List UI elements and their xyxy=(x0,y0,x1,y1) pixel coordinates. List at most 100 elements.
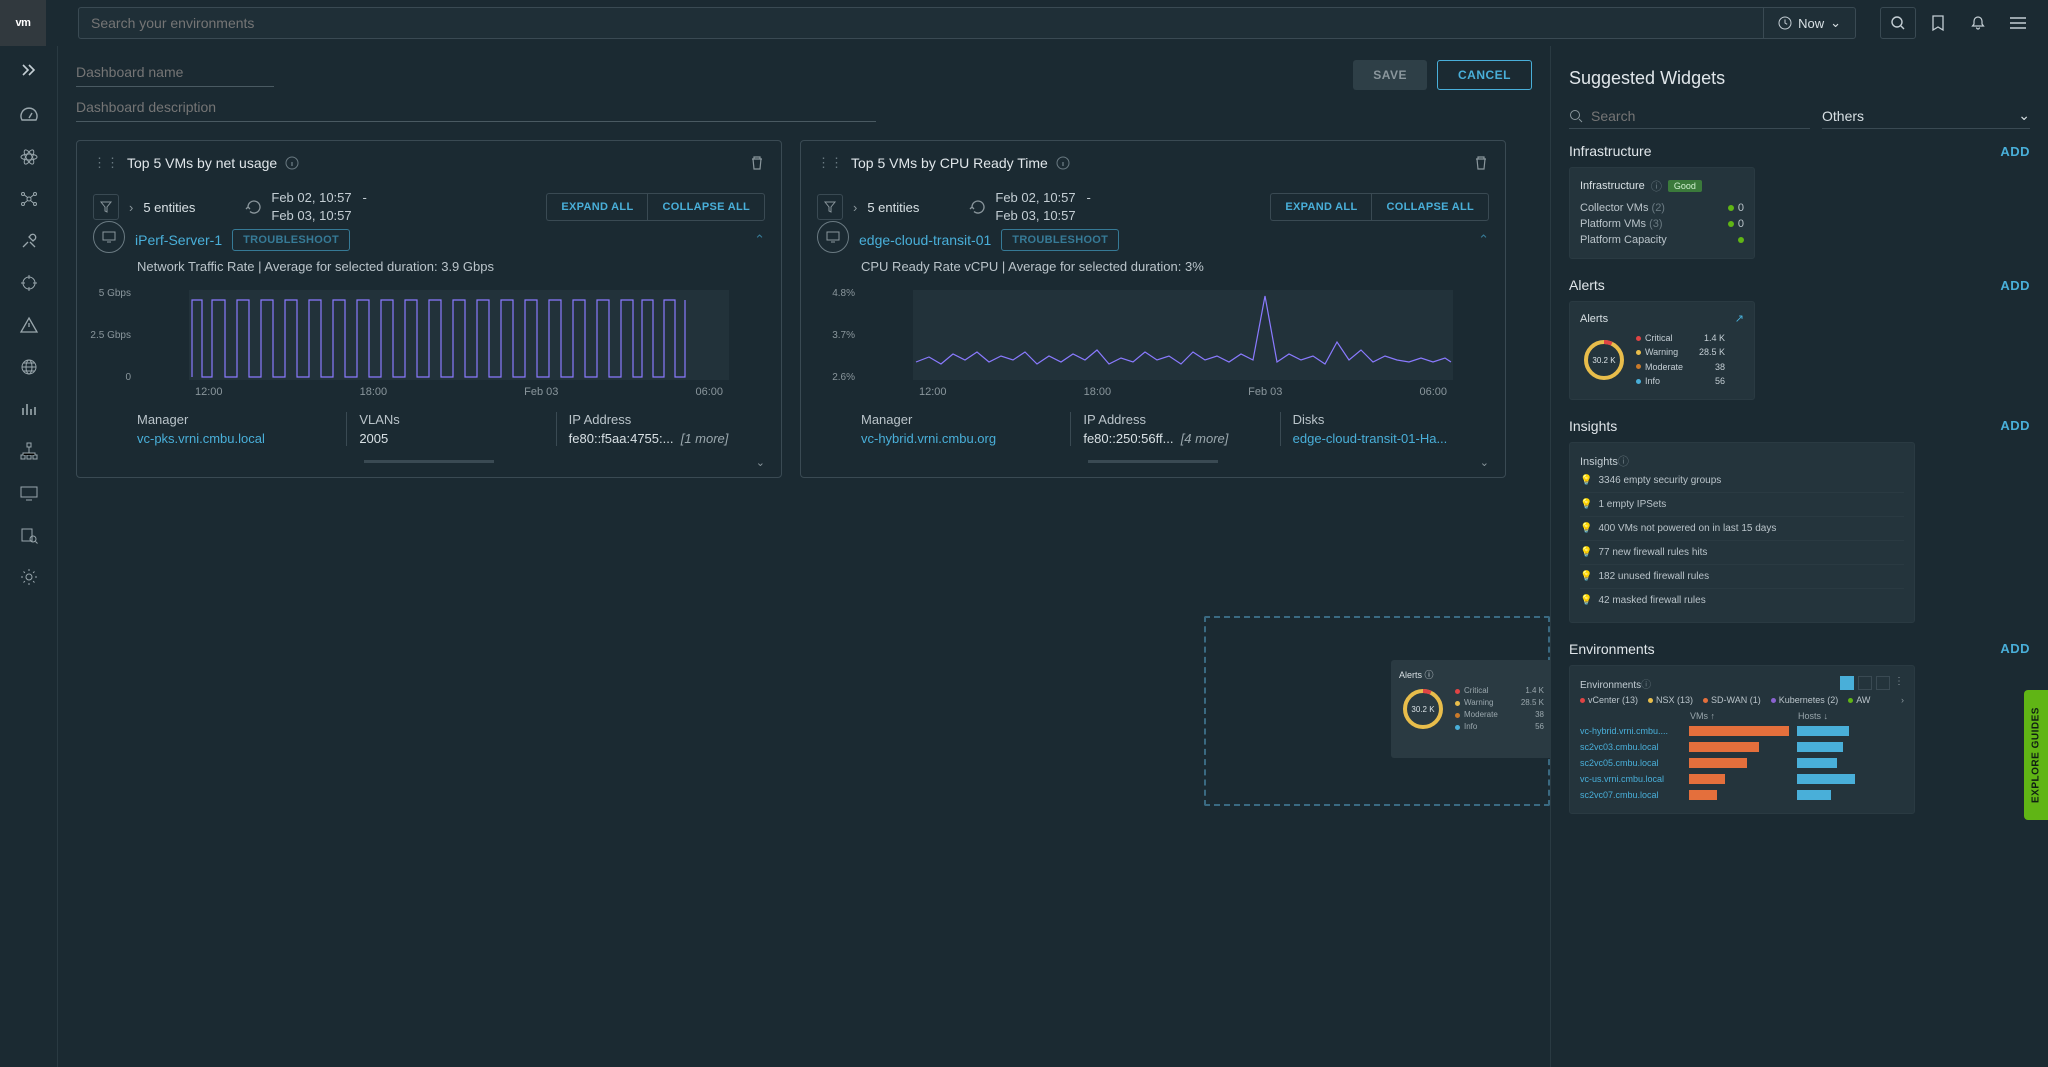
explore-guides-tab[interactable]: EXPLORE GUIDES xyxy=(2024,690,2048,820)
tools-icon xyxy=(19,231,39,251)
cancel-button[interactable]: CANCEL xyxy=(1437,60,1532,90)
bookmark-button[interactable] xyxy=(1920,7,1956,39)
left-nav xyxy=(0,46,58,1067)
manager-link[interactable]: vc-hybrid.vrni.cmbu.org xyxy=(861,431,1058,446)
notifications-button[interactable] xyxy=(1960,7,1996,39)
dashboard-name-input[interactable] xyxy=(76,60,274,87)
svg-text:3.7%: 3.7% xyxy=(832,330,855,341)
ip-more-link[interactable]: [1 more] xyxy=(681,431,729,446)
filter-icon xyxy=(824,201,836,213)
delete-button[interactable] xyxy=(1473,155,1489,171)
search-input[interactable] xyxy=(79,15,1763,31)
section-insights: Insights xyxy=(1569,418,1617,434)
nav-monitor[interactable] xyxy=(11,472,47,514)
global-search[interactable]: Now ⌄ xyxy=(78,7,1856,39)
troubleshoot-button[interactable]: TROUBLESHOOT xyxy=(1001,229,1119,251)
now-label: Now xyxy=(1798,16,1824,31)
dragging-widget-alerts[interactable]: Alerts ⓘ↗ 30.2 K Critical1.4 KWarning28.… xyxy=(1391,660,1550,758)
chevron-right-icon[interactable]: › xyxy=(853,200,857,215)
nav-topology[interactable] xyxy=(11,136,47,178)
drag-handle-icon[interactable]: ⋮⋮ xyxy=(817,155,843,171)
bookmark-icon xyxy=(1931,15,1945,31)
environments-card[interactable]: Environmentsⓘ ⋮ vCenter (13)NSX (13)SD-W… xyxy=(1569,665,1915,814)
info-icon[interactable] xyxy=(1056,156,1070,170)
alert-icon xyxy=(19,315,39,335)
nav-expand[interactable] xyxy=(11,52,47,88)
insights-card[interactable]: Insightsⓘ 💡3346 empty security groups💡1 … xyxy=(1569,442,1915,623)
vm-icon xyxy=(817,221,849,253)
expand-all-button[interactable]: EXPAND ALL xyxy=(546,193,647,221)
monitor-icon xyxy=(19,483,39,503)
section-alerts: Alerts xyxy=(1569,277,1605,293)
alerts-card[interactable]: Alerts↗ 30.2 K Critical1.4 KWarning28.5 … xyxy=(1569,301,1755,400)
list-search-icon xyxy=(19,525,39,545)
suggested-widgets-panel: Suggested Widgets Others⌄ Infrastructure… xyxy=(1550,46,2048,1067)
donut-icon: 30.2 K xyxy=(1580,336,1628,384)
nav-alerts[interactable] xyxy=(11,304,47,346)
chevron-down-icon: ⌄ xyxy=(2018,107,2030,124)
view-toggle[interactable]: ⋮ xyxy=(1840,676,1904,690)
clock-icon xyxy=(1778,16,1792,30)
nav-target[interactable] xyxy=(11,262,47,304)
troubleshoot-button[interactable]: TROUBLESHOOT xyxy=(232,229,350,251)
info-icon[interactable] xyxy=(285,156,299,170)
bell-icon xyxy=(1970,15,1986,31)
nav-network[interactable] xyxy=(11,178,47,220)
dashboard-desc-input[interactable] xyxy=(76,95,876,122)
collapse-icon[interactable]: ⌃ xyxy=(754,232,765,248)
date-range-picker[interactable]: Feb 02, 10:57 - Feb 03, 10:57 xyxy=(969,189,1090,225)
vm-name-link[interactable]: iPerf-Server-1 xyxy=(135,232,222,248)
resize-handle[interactable]: ⌄ xyxy=(817,456,1489,469)
vm-name-link[interactable]: edge-cloud-transit-01 xyxy=(859,232,991,248)
topbar: vm Now ⌄ xyxy=(0,0,2048,46)
manager-link[interactable]: vc-pks.vrni.cmbu.local xyxy=(137,431,334,446)
widget-filter-select[interactable]: Others⌄ xyxy=(1822,107,2030,129)
widget-search-input[interactable] xyxy=(1591,108,1810,124)
infrastructure-card[interactable]: InfrastructureⓘGood Collector VMs (2)0Pl… xyxy=(1569,167,1755,259)
save-button[interactable]: SAVE xyxy=(1353,60,1427,90)
add-infrastructure[interactable]: ADD xyxy=(2000,144,2030,159)
search-button[interactable] xyxy=(1880,7,1916,39)
date-to: Feb 03, 10:57 xyxy=(271,207,366,225)
add-alerts[interactable]: ADD xyxy=(2000,278,2030,293)
nav-reports[interactable] xyxy=(11,388,47,430)
expand-all-button[interactable]: EXPAND ALL xyxy=(1270,193,1371,221)
date-from: Feb 02, 10:57 xyxy=(995,190,1075,205)
collapse-all-button[interactable]: COLLAPSE ALL xyxy=(647,193,765,221)
vm-details: Managervc-pks.vrni.cmbu.local VLANs2005 … xyxy=(137,412,765,446)
svg-text:2.5 Gbps: 2.5 Gbps xyxy=(90,330,131,341)
resize-handle[interactable]: ⌄ xyxy=(93,456,765,469)
filter-button[interactable] xyxy=(93,194,119,220)
svg-text:5 Gbps: 5 Gbps xyxy=(99,288,131,299)
nav-settings[interactable] xyxy=(11,556,47,598)
metric-summary: CPU Ready Rate vCPU | Average for select… xyxy=(861,259,1489,274)
disk-link[interactable]: edge-cloud-transit-01-Ha... xyxy=(1293,431,1477,446)
add-insights[interactable]: ADD xyxy=(2000,418,2030,433)
filter-icon xyxy=(100,201,112,213)
widget-search[interactable] xyxy=(1569,108,1810,129)
nav-search-list[interactable] xyxy=(11,514,47,556)
top-actions xyxy=(1868,7,2048,39)
metric-summary: Network Traffic Rate | Average for selec… xyxy=(137,259,765,274)
nav-hierarchy[interactable] xyxy=(11,430,47,472)
collapse-all-button[interactable]: COLLAPSE ALL xyxy=(1371,193,1489,221)
nav-dashboard[interactable] xyxy=(11,94,47,136)
nav-tools[interactable] xyxy=(11,220,47,262)
filter-button[interactable] xyxy=(817,194,843,220)
section-environments: Environments xyxy=(1569,641,1655,657)
ip-more-link[interactable]: [4 more] xyxy=(1181,431,1229,446)
time-picker[interactable]: Now ⌄ xyxy=(1763,8,1855,38)
nav-global[interactable] xyxy=(11,346,47,388)
delete-button[interactable] xyxy=(749,155,765,171)
collapse-icon[interactable]: ⌃ xyxy=(1478,232,1489,248)
drag-handle-icon[interactable]: ⋮⋮ xyxy=(93,155,119,171)
chevrons-right-icon xyxy=(21,63,37,77)
entity-count: 5 entities xyxy=(867,200,919,215)
menu-button[interactable] xyxy=(2000,7,2036,39)
svg-text:30.2 K: 30.2 K xyxy=(1592,356,1616,365)
chevron-right-icon[interactable]: › xyxy=(129,200,133,215)
date-range-picker[interactable]: Feb 02, 10:57 - Feb 03, 10:57 xyxy=(245,189,366,225)
add-environments[interactable]: ADD xyxy=(2000,641,2030,656)
donut-icon: 30.2 K xyxy=(1399,685,1447,733)
widget-title: Top 5 VMs by net usage xyxy=(127,155,277,171)
